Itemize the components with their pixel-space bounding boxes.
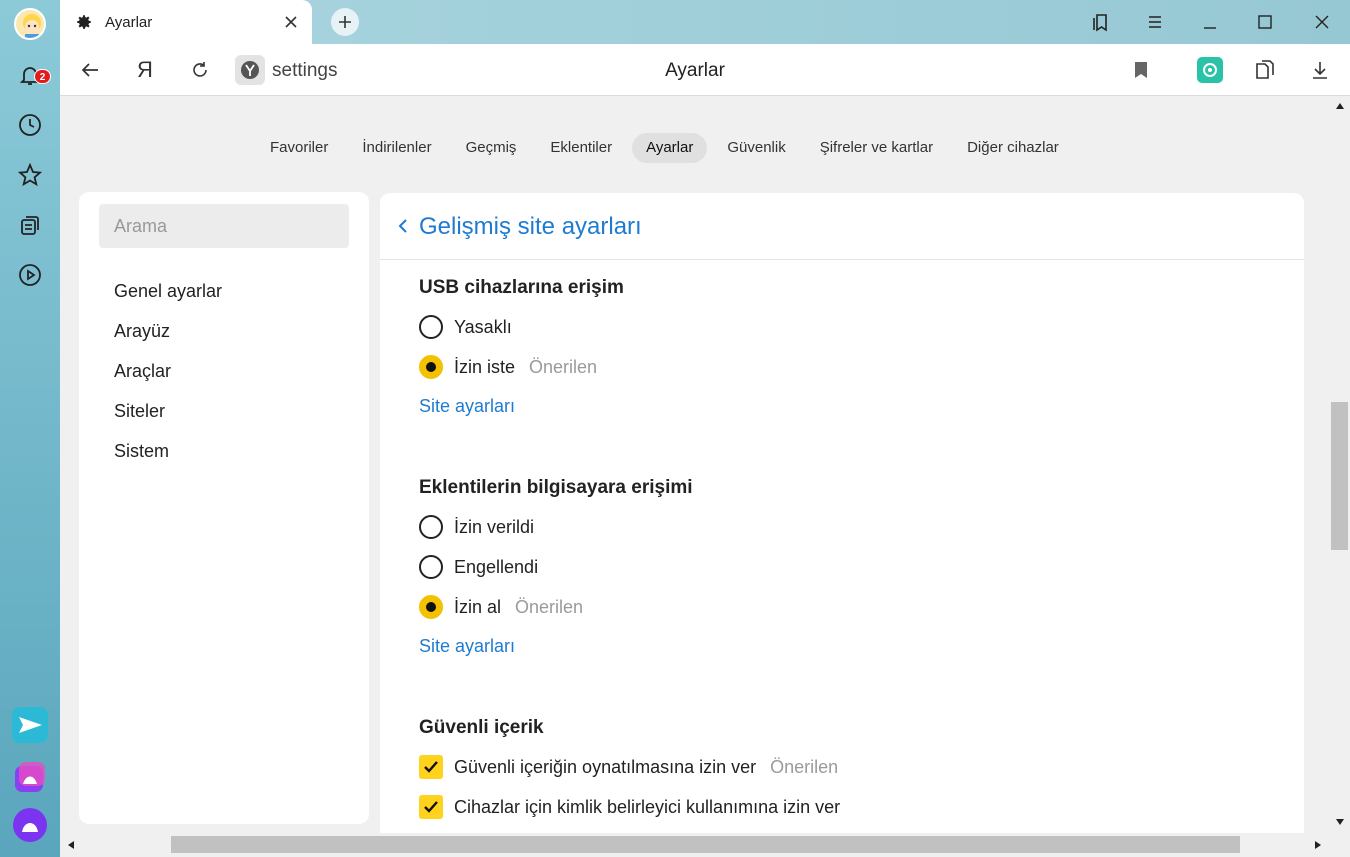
radio-usb-ask[interactable]: İzin iste Önerilen: [419, 354, 597, 380]
radio-button-selected[interactable]: [419, 355, 443, 379]
gallery-icon[interactable]: [10, 757, 50, 797]
option-label: Cihazlar için kimlik belirleyici kullanı…: [454, 796, 841, 817]
extensions-section-title: Eklentilerin bilgisayara erişimi: [419, 477, 693, 498]
tab-bar: Ayarlar: [60, 0, 1350, 44]
scroll-right-arrow-icon[interactable]: [1314, 840, 1322, 850]
scroll-down-arrow-icon[interactable]: [1335, 818, 1345, 826]
vertical-scroll-thumb[interactable]: [1331, 402, 1348, 550]
radio-ext-blocked[interactable]: Engellendi: [419, 554, 538, 580]
option-label: İzin iste: [454, 356, 516, 377]
settings-nav: Favoriler İndirilenler Geçmiş Eklentiler…: [256, 133, 1079, 163]
collections-icon[interactable]: [10, 205, 50, 245]
checkbox-checked[interactable]: [419, 755, 443, 779]
settings-content: Gelişmiş site ayarları USB cihazlarına e…: [380, 193, 1304, 833]
checkbox-device-identifiers[interactable]: Cihazlar için kimlik belirleyici kullanı…: [419, 794, 840, 820]
gear-icon: [75, 13, 93, 36]
checkbox-protected-playback[interactable]: Güvenli içeriğin oynatılmasına izin ver …: [419, 754, 838, 780]
scroll-left-arrow-icon[interactable]: [67, 840, 75, 850]
nav-settings[interactable]: Ayarlar: [632, 133, 708, 163]
usb-site-settings-link[interactable]: Site ayarları: [419, 396, 515, 417]
sidebar-item-interface[interactable]: Arayüz: [114, 321, 170, 342]
close-icon[interactable]: [282, 13, 300, 31]
sidebar-item-tools[interactable]: Araçlar: [114, 361, 171, 382]
nav-history[interactable]: Geçmiş: [452, 133, 531, 163]
recommended-hint: Önerilen: [515, 596, 584, 617]
option-label: Engellendi: [454, 556, 539, 577]
settings-sidebar: Genel ayarlar Arayüz Araçlar Siteler Sis…: [79, 192, 369, 824]
left-rail: 2: [0, 0, 60, 857]
menu-icon[interactable]: [1140, 8, 1170, 36]
download-icon[interactable]: [1306, 56, 1334, 84]
extensions-site-settings-link[interactable]: Site ayarları: [419, 636, 515, 657]
collections-toolbar-icon[interactable]: [1251, 56, 1279, 84]
tab-title: Ayarlar: [105, 14, 153, 31]
option-label: İzin verildi: [454, 516, 535, 537]
maximize-icon[interactable]: [1250, 8, 1280, 36]
radio-usb-blocked[interactable]: Yasaklı: [419, 314, 512, 340]
notification-badge: 2: [34, 69, 51, 84]
nav-other-devices[interactable]: Diğer cihazlar: [953, 133, 1073, 163]
scroll-up-arrow-icon[interactable]: [1335, 102, 1345, 110]
content-title[interactable]: Gelişmiş site ayarları: [419, 213, 642, 241]
search-input[interactable]: [99, 204, 349, 248]
recommended-hint: Önerilen: [529, 356, 598, 377]
new-tab-button[interactable]: [331, 8, 359, 36]
chevron-left-icon[interactable]: [396, 217, 410, 235]
usb-section-title: USB cihazlarına erişim: [419, 277, 624, 298]
radio-button[interactable]: [419, 515, 443, 539]
nav-downloads[interactable]: İndirilenler: [348, 133, 445, 163]
tabs-list-icon[interactable]: [1085, 8, 1115, 36]
checkbox-checked[interactable]: [419, 795, 443, 819]
nav-extensions[interactable]: Eklentiler: [536, 133, 626, 163]
radio-button-selected[interactable]: [419, 595, 443, 619]
play-icon[interactable]: [10, 255, 50, 295]
bookmark-icon[interactable]: [1127, 56, 1155, 84]
option-label: İzin al: [454, 596, 502, 617]
nav-security[interactable]: Güvenlik: [713, 133, 799, 163]
sidebar-item-system[interactable]: Sistem: [114, 441, 169, 462]
protected-section-title: Güvenli içerik: [419, 717, 544, 738]
star-icon[interactable]: [10, 155, 50, 195]
content-header: Gelişmiş site ayarları: [380, 193, 1304, 260]
address-bar: Я settings Ayarlar: [60, 44, 1350, 96]
radio-ext-ask[interactable]: İzin al Önerilen: [419, 594, 583, 620]
window-close-icon[interactable]: [1307, 8, 1337, 36]
radio-button[interactable]: [419, 555, 443, 579]
messenger-icon[interactable]: [10, 705, 50, 745]
protect-extension-icon[interactable]: [1196, 56, 1224, 84]
radio-ext-allowed[interactable]: İzin verildi: [419, 514, 534, 540]
sidebar-item-general[interactable]: Genel ayarlar: [114, 281, 222, 302]
horizontal-scroll-thumb[interactable]: [171, 836, 1240, 853]
option-label: Güvenli içeriğin oynatılmasına izin ver: [454, 756, 757, 777]
bell-icon[interactable]: 2: [10, 55, 51, 95]
clock-icon[interactable]: [10, 105, 50, 145]
minimize-icon[interactable]: [1195, 8, 1225, 36]
profile-avatar[interactable]: [14, 8, 46, 40]
radio-button[interactable]: [419, 315, 443, 339]
nav-passwords[interactable]: Şifreler ve kartlar: [806, 133, 947, 163]
alice-icon[interactable]: [10, 805, 50, 845]
tab-settings[interactable]: Ayarlar: [60, 0, 312, 44]
option-label: Yasaklı: [454, 316, 512, 337]
nav-favorites[interactable]: Favoriler: [256, 133, 342, 163]
recommended-hint: Önerilen: [770, 756, 839, 777]
sidebar-item-sites[interactable]: Siteler: [114, 401, 165, 422]
